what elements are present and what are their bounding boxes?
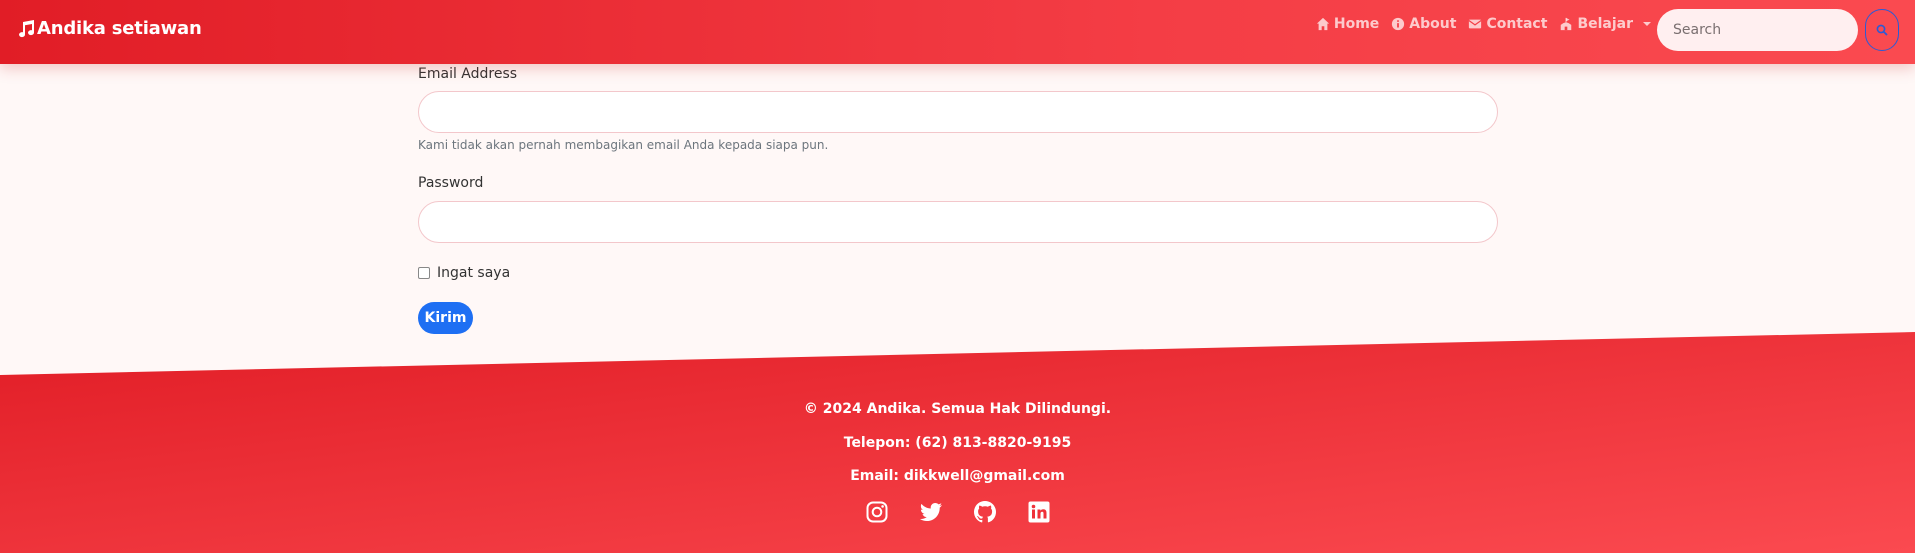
search-button[interactable]	[1865, 9, 1899, 51]
nav-item-label: Home	[1333, 16, 1380, 32]
caret-down-icon	[1643, 22, 1651, 26]
twitter-icon	[919, 503, 942, 521]
github-icon	[973, 501, 996, 523]
footer-phone: Telepon: (62) 813-8820-9195	[843, 435, 1072, 451]
github-link[interactable]	[973, 500, 997, 524]
brand-name: Andika setiawan	[37, 18, 202, 39]
footer: © 2024 Andika. Semua Hak Dilindungi. Tel…	[0, 375, 1915, 553]
info-icon	[1392, 17, 1405, 31]
footer-email: Email: dikkwell@gmail.com	[850, 468, 1065, 484]
nav-item-label: About	[1409, 16, 1457, 32]
nav-item-belajar-dropdown[interactable]: Belajar	[1559, 16, 1651, 32]
home-icon	[1316, 17, 1329, 31]
linkedin-link[interactable]	[1027, 500, 1051, 524]
social-links	[0, 500, 1915, 524]
linkedin-icon	[1028, 501, 1049, 523]
instagram-icon	[866, 501, 887, 523]
nav-item-label: Contact	[1486, 16, 1548, 32]
nav-item-about[interactable]: About	[1391, 16, 1456, 32]
nav-item-home[interactable]: Home	[1316, 16, 1379, 32]
school-icon	[1561, 17, 1572, 31]
search-input[interactable]	[1657, 9, 1858, 51]
search-icon	[1876, 24, 1888, 36]
navbar: Andika setiawan Home About Contact Belaj…	[0, 0, 1915, 64]
nav-item-label: Belajar	[1577, 16, 1633, 32]
twitter-link[interactable]	[919, 500, 943, 524]
brand[interactable]: Andika setiawan	[17, 18, 202, 39]
instagram-link[interactable]	[865, 500, 889, 524]
nav-item-contact[interactable]: Contact	[1468, 16, 1547, 32]
music-note-icon	[19, 19, 35, 37]
envelope-icon	[1468, 19, 1482, 29]
nav-links: Home About Contact Belajar	[1316, 16, 1651, 32]
footer-copyright: © 2024 Andika. Semua Hak Dilindungi.	[803, 401, 1112, 417]
